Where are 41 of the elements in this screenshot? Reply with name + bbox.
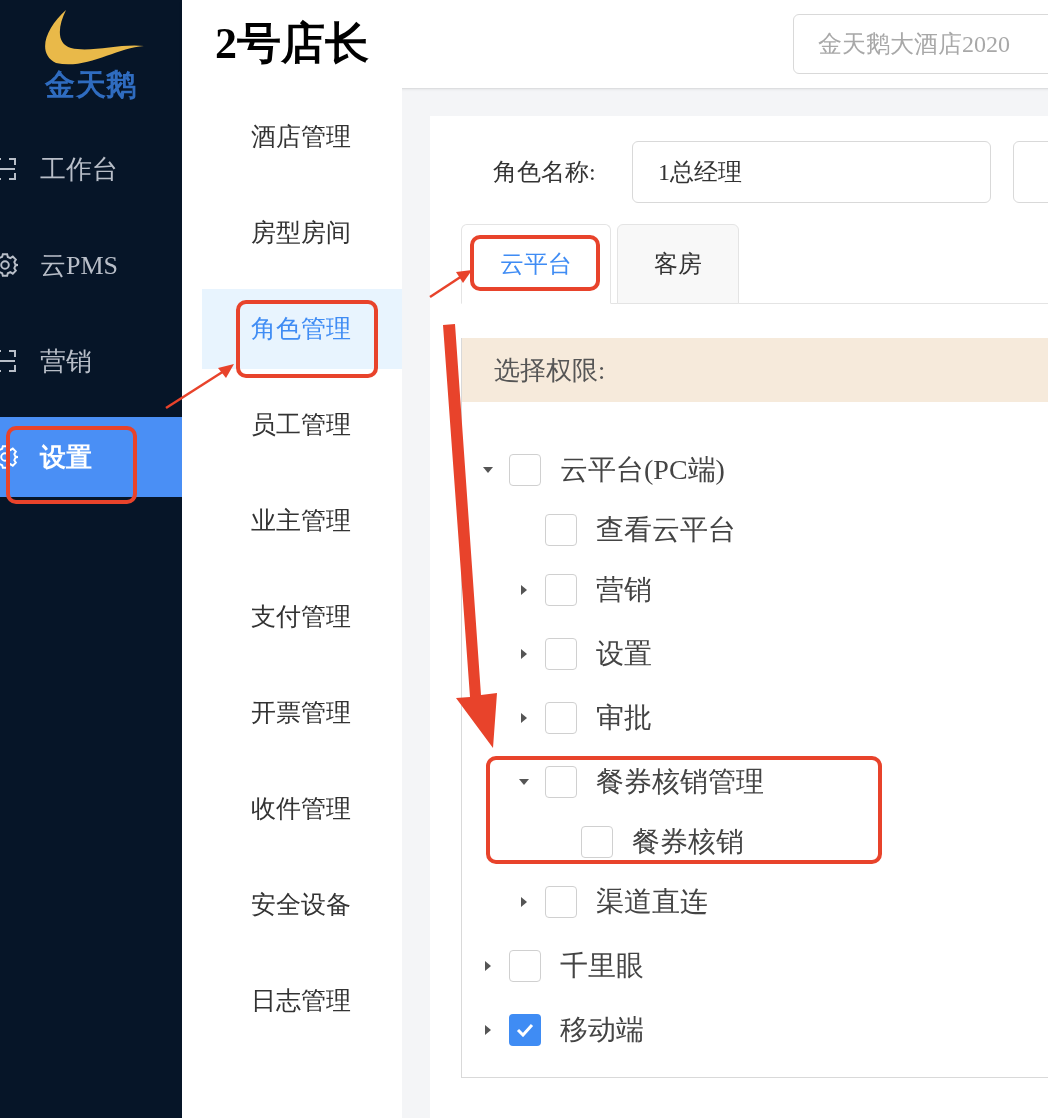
subnav-item[interactable]: 日志管理: [202, 961, 402, 1041]
checkbox[interactable]: [581, 826, 613, 858]
nav-item[interactable]: 工作台: [0, 129, 182, 209]
subnav-item[interactable]: 安全设备: [202, 865, 402, 945]
tree-item-label: 千里眼: [560, 949, 644, 983]
subnav-item[interactable]: 支付管理: [202, 577, 402, 657]
logo-text: 金天鹅: [44, 70, 138, 100]
tree-item-label: 设置: [596, 637, 652, 671]
checkbox[interactable]: [545, 574, 577, 606]
nav-item[interactable]: 云PMS: [0, 225, 182, 305]
tree-item-label: 移动端: [560, 1013, 644, 1047]
annotation-arrow: [165, 364, 234, 410]
tree-item-label: 餐券核销管理: [596, 765, 764, 799]
tree-item-label: 营销: [596, 573, 652, 607]
subnav-item[interactable]: 开票管理: [202, 673, 402, 753]
tree-item-label: 云平台(PC端): [560, 453, 725, 487]
checkbox[interactable]: [545, 766, 577, 798]
checkbox[interactable]: [545, 886, 577, 918]
tree-item-label: 渠道直连: [596, 885, 708, 919]
tree-item-label: 查看云平台: [596, 513, 736, 547]
checkbox[interactable]: [509, 454, 541, 486]
nav-item[interactable]: 营销: [0, 321, 182, 401]
subnav-item[interactable]: 员工管理: [202, 385, 402, 465]
tree-item-label: 餐券核销: [632, 825, 744, 859]
checkbox[interactable]: [545, 514, 577, 546]
checkbox[interactable]: [509, 950, 541, 982]
tab[interactable]: 客房: [617, 224, 739, 304]
subnav-item[interactable]: 收件管理: [202, 769, 402, 849]
subnav-item[interactable]: 酒店管理: [202, 97, 402, 177]
checkbox[interactable]: [509, 1014, 541, 1046]
permission-title: 选择权限:: [494, 354, 606, 387]
role-name-label: 角色名称:: [493, 158, 597, 187]
role-name-field[interactable]: 1总经理: [632, 141, 991, 203]
annotation-arrow: [429, 270, 472, 299]
check-icon: [516, 1023, 534, 1037]
subnav-item[interactable]: 房型房间: [202, 193, 402, 273]
subnav-item[interactable]: 业主管理: [202, 481, 402, 561]
app-title: 2号店长: [215, 18, 369, 70]
tree-item-label: 审批: [596, 701, 652, 735]
checkbox[interactable]: [545, 638, 577, 670]
checkbox[interactable]: [545, 702, 577, 734]
